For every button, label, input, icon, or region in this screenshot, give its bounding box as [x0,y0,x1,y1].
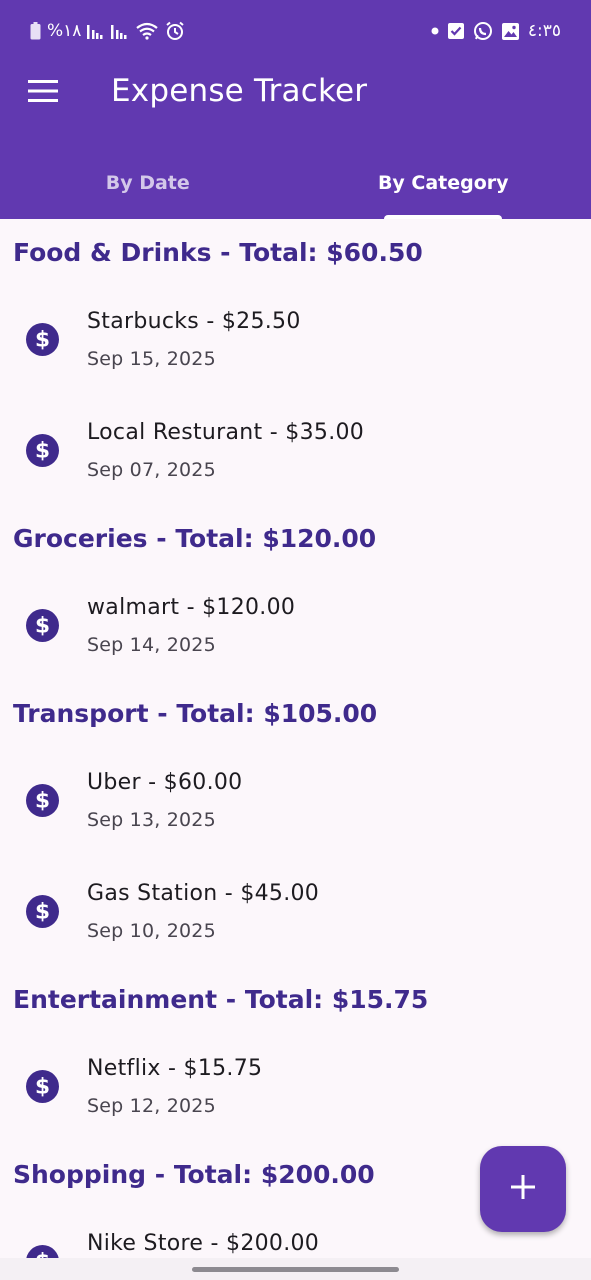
tab-bar: By Date By Category [0,148,591,219]
system-navigation-bar [0,1258,591,1280]
item-title: Gas Station - $45.00 [87,881,320,906]
svg-text:$: $ [35,328,50,353]
item-date: Sep 10, 2025 [87,920,216,942]
svg-text:$: $ [35,1250,50,1258]
signal-icon [111,23,129,39]
list-item[interactable]: $ Local Resturant - $35.00 Sep 07, 2025 [0,396,591,507]
status-time: ٤:٣٥ [527,21,561,41]
svg-text:$: $ [35,439,50,464]
item-title: walmart - $120.00 [87,595,296,620]
add-expense-button[interactable] [480,1146,566,1232]
hamburger-menu-icon [28,79,58,107]
list-item[interactable]: $ Netflix - $15.75 Sep 12, 2025 [0,1032,591,1143]
battery-icon [30,22,41,40]
dollar-icon: $ [26,784,59,817]
dollar-icon: $ [26,609,59,642]
category-header: Transport - Total: $105.00 [13,699,378,728]
list-item[interactable]: $ Gas Station - $45.00 Sep 10, 2025 [0,857,591,968]
item-title: Uber - $60.00 [87,770,243,795]
checkbox-icon [447,22,465,40]
dollar-icon: $ [26,895,59,928]
battery-percent: %١٨ [47,21,82,41]
plus-icon [511,1174,535,1204]
list-item[interactable]: $ walmart - $120.00 Sep 14, 2025 [0,571,591,682]
tab-by-date[interactable]: By Date [0,148,296,219]
item-date: Sep 14, 2025 [87,634,216,656]
expense-list[interactable]: Food & Drinks - Total: $60.50 $ Starbuck… [0,221,591,1258]
dollar-icon: $ [26,323,59,356]
toolbar: Expense Tracker [0,60,591,124]
item-title: Netflix - $15.75 [87,1056,263,1081]
list-item[interactable]: $ Uber - $60.00 Sep 13, 2025 [0,746,591,857]
svg-text:$: $ [35,900,50,925]
status-left: %١٨ [30,19,185,43]
gesture-handle[interactable] [192,1267,399,1272]
expense-tracker-screen: %١٨ ٤:٣٥ Expense Tracker By Date By Cate… [0,0,591,1280]
tab-by-category[interactable]: By Category [296,148,591,219]
item-date: Sep 07, 2025 [87,459,216,481]
list-item[interactable]: $ Starbucks - $25.50 Sep 15, 2025 [0,285,591,396]
dollar-icon: $ [26,1245,59,1258]
dollar-icon: $ [26,434,59,467]
dollar-icon: $ [26,1070,59,1103]
menu-button[interactable] [22,72,64,114]
item-title: Local Resturant - $35.00 [87,420,365,445]
svg-text:$: $ [35,1075,50,1100]
dot-icon [431,27,439,35]
tab-indicator [384,215,503,219]
wifi-icon [135,22,159,40]
whatsapp-icon [473,21,493,41]
app-title: Expense Tracker [111,73,368,109]
category-header: Entertainment - Total: $15.75 [13,985,429,1014]
item-date: Sep 15, 2025 [87,348,216,370]
alarm-icon [165,21,185,41]
status-right: ٤:٣٥ [431,19,561,43]
item-title: Nike Store - $200.00 [87,1231,320,1256]
category-header: Groceries - Total: $120.00 [13,524,377,553]
svg-text:$: $ [35,614,50,639]
signal-icon [87,23,105,39]
item-title: Starbucks - $25.50 [87,309,301,334]
svg-text:$: $ [35,789,50,814]
tab-label: By Date [105,172,190,194]
category-header: Food & Drinks - Total: $60.50 [13,238,423,267]
status-bar: %١٨ ٤:٣٥ [0,0,591,60]
item-date: Sep 13, 2025 [87,809,216,831]
tab-label: By Category [377,172,509,194]
app-bar: %١٨ ٤:٣٥ Expense Tracker By Date By Cate… [0,0,591,219]
gallery-icon [501,22,520,41]
item-date: Sep 12, 2025 [87,1095,216,1117]
